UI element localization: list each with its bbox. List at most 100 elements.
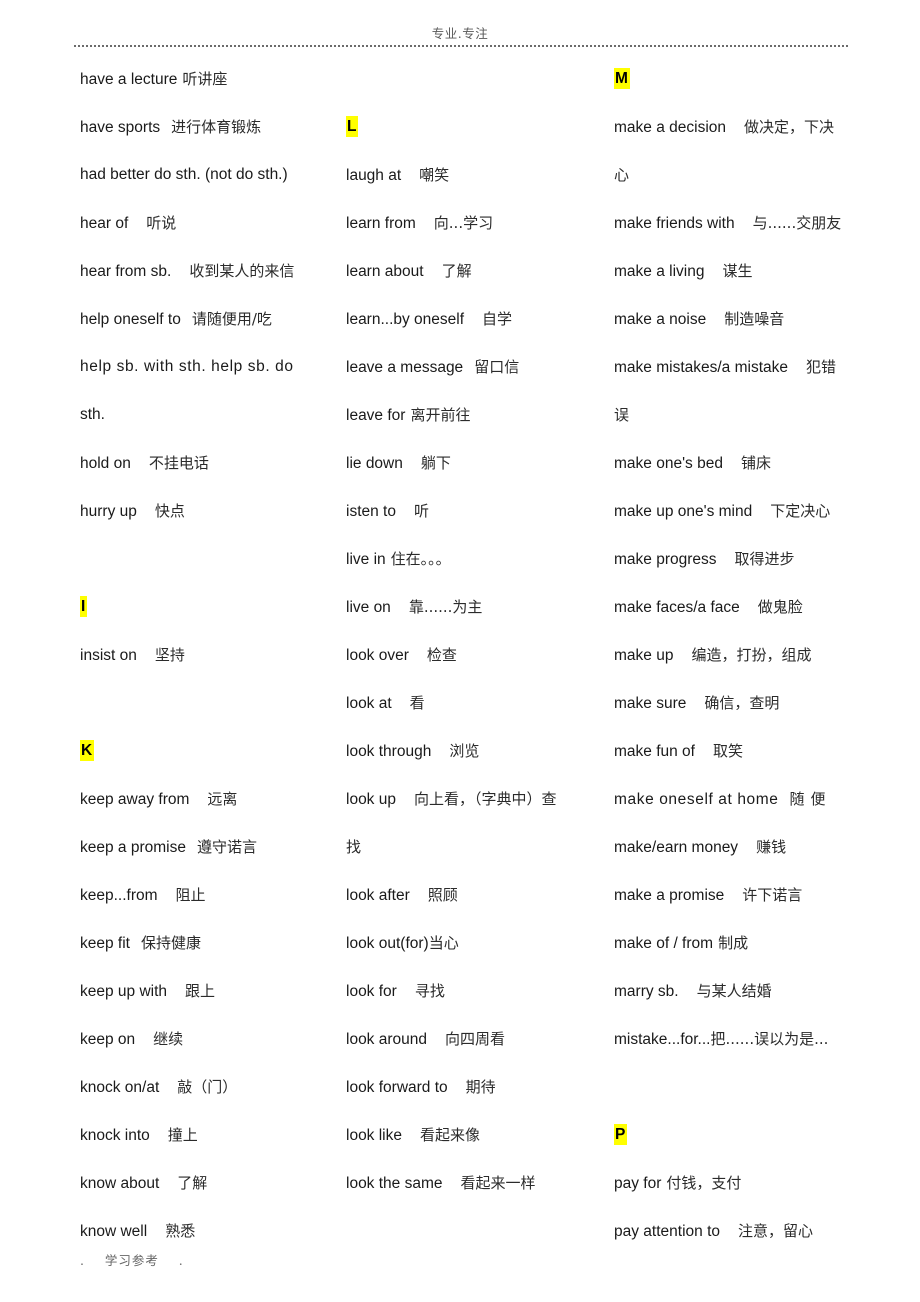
entry-chinese: 找 xyxy=(346,838,362,856)
entry-english: keep...from xyxy=(80,887,158,904)
entry-chinese: 向上看，（字典中）查 xyxy=(413,790,557,808)
entry-chinese: 期待 xyxy=(465,1078,496,1096)
entry-chinese: 阻止 xyxy=(175,886,206,904)
entry-chinese: 把......误以为是... xyxy=(710,1030,829,1048)
glossary-entry: make up 编造，打扮，组成 xyxy=(614,638,866,672)
entry-english: have sports xyxy=(80,119,161,136)
glossary-entry: live on 靠......为主 xyxy=(346,590,598,624)
glossary-entry: learn...by oneself 自学 xyxy=(346,302,598,336)
glossary-entry: learn from 向...学习 xyxy=(346,206,598,240)
entry-chinese: 了解 xyxy=(177,1174,208,1192)
glossary-entry: 找 xyxy=(346,830,598,864)
entry-chinese: 随 便 xyxy=(789,790,827,808)
entry-english: look out(for) xyxy=(346,935,429,952)
entry-english: leave a message xyxy=(346,359,464,376)
entry-chinese: 远离 xyxy=(207,790,238,808)
section-letter-k: K xyxy=(80,734,95,768)
entry-chinese: 离开前往 xyxy=(410,406,471,424)
entry-english: have a lecture xyxy=(80,71,178,88)
glossary-entry: mistake...for...把......误以为是... xyxy=(614,1022,866,1056)
glossary-entry: hear from sb. 收到某人的来信 xyxy=(80,254,330,288)
entry-english: know well xyxy=(80,1223,148,1240)
entry-chinese: 看 xyxy=(409,694,425,712)
header-title: 专业.专注 xyxy=(431,26,489,41)
glossary-entry: keep...from 阻止 xyxy=(80,878,330,912)
entry-chinese: 留口信 xyxy=(474,358,520,376)
entry-chinese: 听 xyxy=(413,502,429,520)
glossary-entry: leave for 离开前往 xyxy=(346,398,598,432)
entry-english: keep away from xyxy=(80,791,190,808)
entry-chinese: 取得进步 xyxy=(734,550,795,568)
entry-chinese: 当心 xyxy=(428,934,459,952)
entry-chinese: 误 xyxy=(614,406,630,424)
entry-english: keep on xyxy=(80,1031,136,1048)
entry-english: make friends with xyxy=(614,215,735,232)
glossary-entry: know about 了解 xyxy=(80,1166,330,1200)
entry-english: had better do sth. (not do sth.) xyxy=(80,166,288,183)
page-footer: . 学习参考 . xyxy=(80,1253,184,1268)
entry-english: help sb. with sth. help sb. do xyxy=(80,358,294,375)
section-letter-highlight: M xyxy=(614,68,630,89)
glossary-entry: keep away from 远离 xyxy=(80,782,330,816)
glossary-entry: make faces/a face 做鬼脸 xyxy=(614,590,866,624)
entry-chinese: 取笑 xyxy=(713,742,744,760)
entry-english: live in xyxy=(346,551,386,568)
entry-english: pay attention to xyxy=(614,1223,720,1240)
glossary-entry: pay for 付钱，支付 xyxy=(614,1166,866,1200)
section-letter-highlight: I xyxy=(80,596,88,617)
entry-chinese: 躺下 xyxy=(420,454,451,472)
entry-english: look up xyxy=(346,791,396,808)
glossary-entry: knock on/at 敲（门） xyxy=(80,1070,330,1104)
glossary-entry: keep on 继续 xyxy=(80,1022,330,1056)
glossary-entry: make oneself at home 随 便 xyxy=(614,782,866,816)
entry-english: make up xyxy=(614,647,674,664)
entry-english: learn about xyxy=(346,263,424,280)
glossary-entry: make a promise 许下诺言 xyxy=(614,878,866,912)
entry-english: make a promise xyxy=(614,887,725,904)
entry-english: make up one's mind xyxy=(614,503,753,520)
glossary-entry: make one's bed 铺床 xyxy=(614,446,866,480)
glossary-entry: make fun of 取笑 xyxy=(614,734,866,768)
glossary-entry: make up one's mind 下定决心 xyxy=(614,494,866,528)
glossary-entry: marry sb. 与某人结婚 xyxy=(614,974,866,1008)
entry-english: mistake...for... xyxy=(614,1031,711,1048)
entry-english: keep fit xyxy=(80,935,130,952)
entry-english: learn from xyxy=(346,215,416,232)
entry-english: leave for xyxy=(346,407,406,424)
entry-chinese: 看起来像 xyxy=(420,1126,481,1144)
glossary-entry: 误 xyxy=(614,398,866,432)
glossary-entry: 心 xyxy=(614,158,866,192)
entry-chinese: 请随便用/吃 xyxy=(191,310,272,328)
entry-english: look through xyxy=(346,743,432,760)
glossary-entry: sth. xyxy=(80,398,330,432)
entry-english: knock into xyxy=(80,1127,150,1144)
entry-chinese: 做鬼脸 xyxy=(757,598,803,616)
entry-chinese: 心 xyxy=(614,166,630,184)
entry-chinese: 保持健康 xyxy=(140,934,201,952)
glossary-entry: look around 向四周看 xyxy=(346,1022,598,1056)
entry-chinese: 靠......为主 xyxy=(408,598,483,616)
entry-chinese: 检查 xyxy=(426,646,457,664)
entry-english: look like xyxy=(346,1127,402,1144)
entry-chinese: 了解 xyxy=(441,262,472,280)
entry-english: insist on xyxy=(80,647,137,664)
entry-english: knock on/at xyxy=(80,1079,160,1096)
entry-english: keep up with xyxy=(80,983,168,1000)
glossary-entry: knock into 撞上 xyxy=(80,1118,330,1152)
glossary-entry: keep a promise 遵守诺言 xyxy=(80,830,330,864)
entry-chinese: 向四周看 xyxy=(445,1030,506,1048)
entry-english: make progress xyxy=(614,551,717,568)
entry-chinese: 收到某人的来信 xyxy=(189,262,295,280)
glossary-entry: make of / from 制成 xyxy=(614,926,866,960)
section-letter-m: M xyxy=(614,62,630,96)
entry-english: make of / from xyxy=(614,935,714,952)
glossary-entry: look over 检查 xyxy=(346,638,598,672)
glossary-entry: make sure 确信，查明 xyxy=(614,686,866,720)
entry-english: make/earn money xyxy=(614,839,739,856)
glossary-entry: leave a message 留口信 xyxy=(346,350,598,384)
entry-chinese: 遵守诺言 xyxy=(196,838,257,856)
header-divider xyxy=(74,45,848,47)
glossary-entry: look forward to 期待 xyxy=(346,1070,598,1104)
entry-english: make mistakes/a mistake xyxy=(614,359,788,376)
entry-english: look the same xyxy=(346,1175,443,1192)
